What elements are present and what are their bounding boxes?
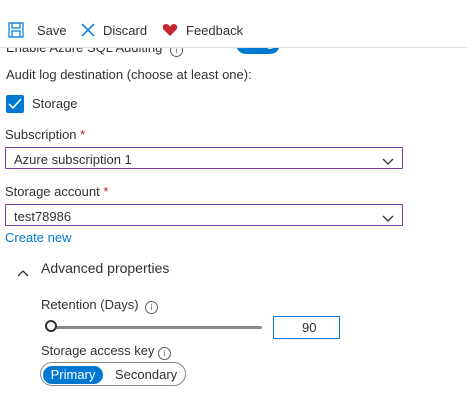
chevron-down-icon <box>382 211 394 226</box>
save-icon <box>8 22 24 38</box>
access-key-primary[interactable]: Primary <box>43 366 103 384</box>
checkmark-icon <box>8 98 22 110</box>
feedback-button[interactable]: Feedback <box>162 22 243 38</box>
retention-input[interactable] <box>273 316 340 339</box>
discard-label: Discard <box>103 22 148 38</box>
create-new-link[interactable]: Create new <box>5 230 71 245</box>
retention-label: Retention (Days) <box>41 297 139 312</box>
heart-icon <box>162 22 178 38</box>
command-bar: Save Discard Feedback <box>0 0 467 48</box>
advanced-properties-toggle[interactable]: Advanced properties <box>41 260 169 276</box>
save-button[interactable]: Save <box>8 22 67 38</box>
required-marker: * <box>103 184 109 199</box>
storage-account-value: test78986 <box>14 209 72 224</box>
chevron-up-icon[interactable] <box>17 265 29 280</box>
required-marker: * <box>80 127 86 142</box>
access-key-secondary[interactable]: Secondary <box>115 366 177 384</box>
access-key-toggle: Primary Secondary <box>40 362 186 386</box>
audit-destination-label: Audit log destination (choose at least o… <box>6 67 252 82</box>
storage-account-label: Storage account * <box>5 184 109 199</box>
info-icon[interactable]: i <box>158 344 171 360</box>
feedback-label: Feedback <box>186 22 244 38</box>
subscription-dropdown[interactable]: Azure subscription 1 <box>5 147 403 169</box>
storage-account-dropdown[interactable]: test78986 <box>5 204 403 226</box>
discard-button[interactable]: Discard <box>80 22 147 38</box>
retention-slider-thumb[interactable] <box>45 320 57 332</box>
subscription-label: Subscription * <box>5 127 86 142</box>
retention-slider-track[interactable] <box>50 326 262 329</box>
chevron-down-icon <box>382 154 394 169</box>
subscription-value: Azure subscription 1 <box>14 152 132 167</box>
access-key-label: Storage access key <box>41 343 155 358</box>
info-icon[interactable]: i <box>145 298 158 314</box>
storage-label: Storage <box>32 96 78 111</box>
save-label: Save <box>37 22 67 38</box>
close-icon <box>80 22 96 38</box>
storage-checkbox[interactable] <box>6 95 24 113</box>
